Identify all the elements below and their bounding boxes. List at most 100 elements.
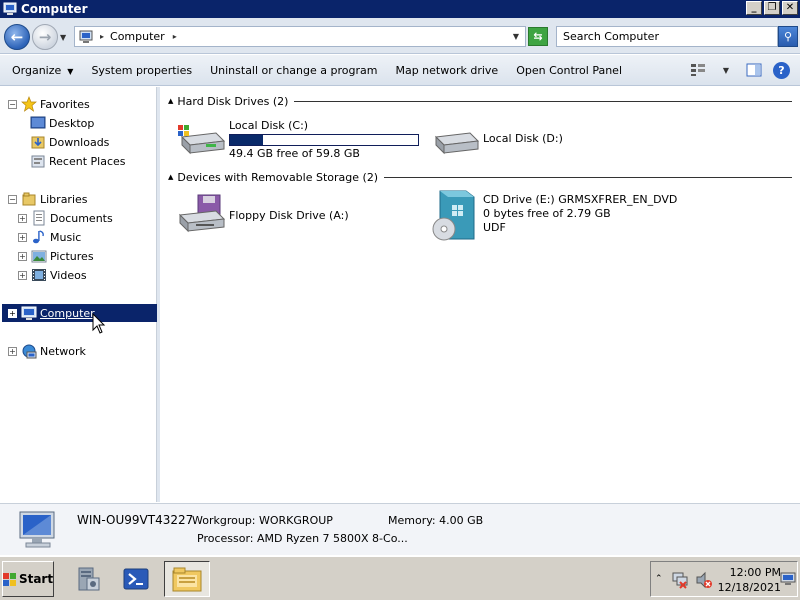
help-button[interactable]: ?	[773, 61, 790, 79]
show-desktop-icon[interactable]	[780, 572, 796, 586]
computer-icon	[78, 30, 94, 44]
address-history-dropdown[interactable]: ▼	[513, 32, 519, 41]
close-button[interactable]: ✕	[782, 1, 798, 15]
drive-name: Local Disk (D:)	[483, 132, 563, 145]
expand-icon[interactable]: +	[8, 346, 17, 356]
nav-music[interactable]: + Music	[18, 228, 81, 246]
video-film-icon	[31, 267, 47, 283]
nav-favorites[interactable]: − Favorites	[8, 95, 90, 113]
star-icon	[21, 96, 37, 112]
group-divider	[384, 176, 792, 178]
nav-videos-label: Videos	[50, 268, 87, 282]
search-input[interactable]: Search Computer	[556, 26, 778, 47]
nav-desktop[interactable]: Desktop	[30, 114, 94, 132]
drive-floppy-a[interactable]: Floppy Disk Drive (A:)	[176, 193, 349, 235]
expand-icon[interactable]: +	[18, 270, 27, 280]
nav-music-label: Music	[50, 230, 82, 244]
taskbar-powershell[interactable]	[116, 561, 156, 597]
nav-documents[interactable]: + Documents	[18, 209, 113, 227]
drive-file-system: UDF	[483, 221, 506, 234]
maximize-button[interactable]: ❐	[764, 1, 780, 15]
nav-desktop-label: Desktop	[49, 116, 95, 130]
workgroup-label: Workgroup: WORKGROUP	[192, 514, 333, 527]
address-bar[interactable]: ▸ Computer ▸ ▼	[74, 26, 526, 47]
command-bar: Organize ▼ System properties Uninstall or…	[0, 55, 800, 86]
nav-pictures-label: Pictures	[50, 249, 94, 263]
collapse-group-icon[interactable]: ▲	[168, 173, 173, 181]
organize-menu[interactable]: Organize ▼	[6, 64, 79, 77]
search-icon: ⚲	[783, 30, 793, 43]
view-icon	[691, 64, 705, 76]
change-view-button[interactable]	[689, 61, 707, 79]
libraries-icon	[21, 191, 37, 207]
chevron-right-icon[interactable]: ▸	[100, 32, 104, 41]
computer-icon	[19, 511, 55, 548]
nav-network[interactable]: + Network	[8, 342, 86, 360]
start-button[interactable]: Start	[2, 561, 54, 597]
expand-icon[interactable]: +	[18, 232, 27, 242]
volume-muted-icon[interactable]	[695, 571, 713, 589]
taskbar-server-manager[interactable]	[68, 561, 108, 597]
nav-libraries[interactable]: − Libraries	[8, 190, 88, 208]
processor-label: Processor: AMD Ryzen 7 5800X 8-Co...	[197, 532, 408, 545]
computer-name: WIN-OU99VT43227	[77, 513, 194, 527]
expand-icon[interactable]: +	[8, 308, 17, 318]
system-tray: ⌃ 12:00 PM 12/18/2021	[650, 561, 798, 597]
chevron-right-icon[interactable]: ▸	[173, 32, 177, 41]
memory-label: Memory: 4.00 GB	[388, 514, 484, 527]
breadcrumb-computer[interactable]: Computer	[110, 30, 165, 43]
preview-pane-icon	[746, 63, 762, 77]
mouse-cursor-icon	[92, 313, 106, 334]
expand-icon[interactable]: +	[18, 213, 27, 223]
taskbar-windows-explorer[interactable]	[164, 561, 210, 597]
drive-local-disk-c[interactable]: Local Disk (C:) 49.4 GB free of 59.8 GB	[176, 117, 419, 161]
drive-name: Floppy Disk Drive (A:)	[229, 209, 349, 222]
view-options-dropdown[interactable]: ▼	[717, 61, 735, 79]
nav-downloads[interactable]: Downloads	[30, 133, 109, 151]
drive-cd-e[interactable]: CD Drive (E:) GRMSXFRER_EN_DVD 0 bytes f…	[430, 189, 677, 243]
downloads-folder-icon	[30, 134, 46, 150]
title-bar[interactable]: Computer _ ❐ ✕	[0, 0, 800, 18]
clock[interactable]: 12:00 PM 12/18/2021	[717, 565, 781, 595]
nav-downloads-label: Downloads	[49, 135, 110, 149]
content-area: ▲ Hard Disk Drives (2) Local Disk (C:) 4…	[160, 87, 800, 502]
nav-recent-places[interactable]: Recent Places	[30, 152, 126, 170]
nav-computer-label: Computer	[40, 306, 95, 320]
network-disconnected-icon[interactable]	[671, 571, 689, 589]
preview-pane-button[interactable]	[745, 61, 763, 79]
arrow-right-icon: →	[38, 28, 52, 46]
system-properties-button[interactable]: System properties	[85, 64, 198, 77]
forward-button[interactable]: →	[32, 24, 58, 50]
floppy-drive-icon	[178, 194, 226, 233]
search-button[interactable]: ⚲	[778, 26, 798, 47]
recent-pages-dropdown[interactable]: ▼	[60, 33, 66, 42]
expand-icon[interactable]: +	[18, 251, 27, 261]
address-row: ← → ▼ ▸ Computer ▸ ▼ ⇆ Search Computer ⚲	[0, 18, 800, 54]
recent-places-icon	[30, 153, 46, 169]
group-removable-storage[interactable]: ▲ Devices with Removable Storage (2)	[160, 169, 800, 185]
refresh-button[interactable]: ⇆	[528, 27, 548, 46]
uninstall-program-button[interactable]: Uninstall or change a program	[204, 64, 383, 77]
arrow-left-icon: ←	[10, 28, 24, 46]
nav-favorites-label: Favorites	[40, 97, 90, 111]
map-network-drive-button[interactable]: Map network drive	[389, 64, 504, 77]
collapse-group-icon[interactable]: ▲	[168, 97, 173, 105]
nav-computer[interactable]: + Computer	[2, 304, 157, 322]
refresh-icon: ⇆	[533, 30, 543, 43]
computer-icon	[2, 2, 18, 16]
minimize-button[interactable]: _	[746, 1, 762, 15]
nav-libraries-label: Libraries	[40, 192, 88, 206]
group-title: Hard Disk Drives (2)	[177, 94, 289, 108]
back-button[interactable]: ←	[4, 24, 30, 50]
pictures-icon	[31, 248, 47, 264]
collapse-icon[interactable]: −	[8, 99, 17, 109]
nav-pictures[interactable]: + Pictures	[18, 247, 94, 265]
folder-icon	[172, 567, 202, 592]
drive-local-disk-d[interactable]: Local Disk (D:)	[430, 125, 563, 159]
group-hard-disk-drives[interactable]: ▲ Hard Disk Drives (2)	[160, 93, 800, 109]
collapse-icon[interactable]: −	[8, 194, 17, 204]
open-control-panel-button[interactable]: Open Control Panel	[510, 64, 628, 77]
show-hidden-icons-button[interactable]: ⌃	[655, 574, 663, 584]
documents-icon	[31, 210, 47, 226]
nav-videos[interactable]: + Videos	[18, 266, 87, 284]
